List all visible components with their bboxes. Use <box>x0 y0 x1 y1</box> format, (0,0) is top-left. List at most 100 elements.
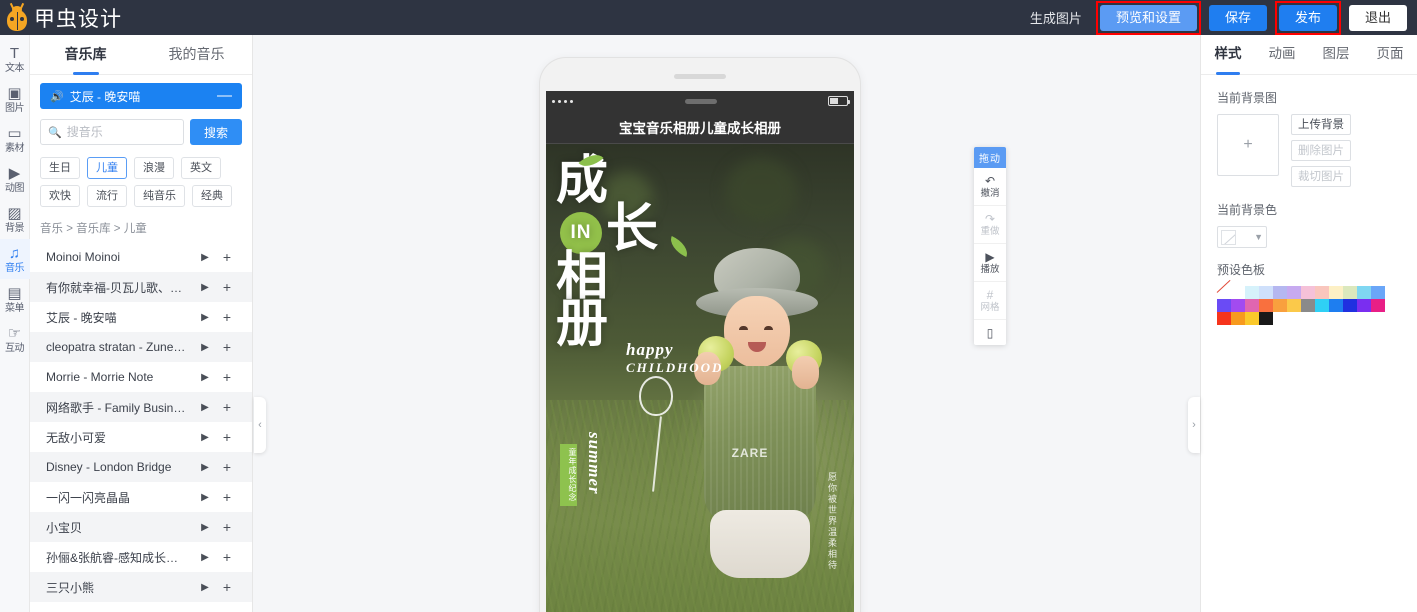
plus-icon[interactable]: + <box>216 369 238 385</box>
tag-children[interactable]: 儿童 <box>87 157 127 179</box>
bg-image-dropzone[interactable]: + <box>1217 114 1279 176</box>
play-icon[interactable]: ▶ <box>194 342 216 353</box>
color-swatch[interactable] <box>1245 286 1259 299</box>
bg-color-select[interactable]: ▼ <box>1217 226 1267 248</box>
plus-icon[interactable]: + <box>216 519 238 535</box>
publish-button[interactable]: 发布 <box>1278 4 1337 31</box>
phone-screen[interactable]: 宝宝音乐相册儿童成长相册 ZARE 成 IN 长 相 册 happy CHILD… <box>546 91 854 612</box>
color-swatch[interactable] <box>1217 286 1231 299</box>
song-row[interactable]: 小宝贝 ▶ + <box>30 512 252 542</box>
rail-item-background[interactable]: ▨ 背景 <box>0 199 30 239</box>
play-icon[interactable]: ▶ <box>194 582 216 593</box>
rail-item-image[interactable]: ▣ 图片 <box>0 79 30 119</box>
play-icon[interactable]: ▶ <box>194 252 216 263</box>
toolbar-drag-handle[interactable]: 拖动 <box>974 147 1006 168</box>
play-icon[interactable]: ▶ <box>194 432 216 443</box>
plus-icon[interactable]: + <box>216 579 238 595</box>
color-swatch[interactable] <box>1371 299 1385 312</box>
color-swatch[interactable] <box>1301 299 1315 312</box>
song-row[interactable]: cleopatra stratan - Zunea... ▶ + <box>30 332 252 362</box>
song-row[interactable]: Moinoi Moinoi ▶ + <box>30 242 252 272</box>
color-swatch[interactable] <box>1315 299 1329 312</box>
tab-page[interactable]: 页面 <box>1363 35 1417 74</box>
play-button[interactable]: ▶ 播放 <box>974 244 1006 282</box>
color-swatch[interactable] <box>1217 312 1231 325</box>
play-icon[interactable]: ▶ <box>194 552 216 563</box>
rail-item-music[interactable]: ♫ 音乐 <box>0 239 30 279</box>
tag-classic[interactable]: 经典 <box>192 185 232 207</box>
undo-button[interactable]: ↶ 撤消 <box>974 168 1006 206</box>
plus-icon[interactable]: + <box>216 339 238 355</box>
song-row[interactable]: 孙俪&张航睿-感知成长的... ▶ + <box>30 542 252 572</box>
collapse-right-panel-handle[interactable]: › <box>1188 397 1200 453</box>
play-icon[interactable]: ▶ <box>194 282 216 293</box>
tag-pop[interactable]: 流行 <box>87 185 127 207</box>
play-icon[interactable]: ▶ <box>194 462 216 473</box>
device-toggle-button[interactable]: ▯ <box>974 320 1006 345</box>
color-swatch[interactable] <box>1357 286 1371 299</box>
song-row[interactable]: 网络歌手 - Family Business ▶ + <box>30 392 252 422</box>
rail-item-material[interactable]: ▭ 素材 <box>0 119 30 159</box>
tag-instrumental[interactable]: 纯音乐 <box>134 185 185 207</box>
upload-background-button[interactable]: 上传背景 <box>1291 114 1351 135</box>
collapse-left-panel-handle[interactable]: ‹ <box>254 397 266 453</box>
song-row[interactable]: 一闪一闪亮晶晶 ▶ + <box>30 482 252 512</box>
tab-style[interactable]: 样式 <box>1201 35 1255 74</box>
poster-canvas[interactable]: ZARE 成 IN 长 相 册 happy CHILDHOOD 童年成长纪念 s… <box>546 144 854 612</box>
song-row[interactable]: Morrie - Morrie Note ▶ + <box>30 362 252 392</box>
color-swatch[interactable] <box>1301 286 1315 299</box>
search-input[interactable] <box>66 125 176 139</box>
grid-button[interactable]: # 网格 <box>974 282 1006 320</box>
save-button[interactable]: 保存 <box>1208 4 1267 31</box>
song-row[interactable]: 艾辰 - 晚安喵 ▶ + <box>30 302 252 332</box>
tag-romantic[interactable]: 浪漫 <box>134 157 174 179</box>
plus-icon[interactable]: + <box>216 459 238 475</box>
color-swatch[interactable] <box>1357 299 1371 312</box>
song-row[interactable]: 有你就幸福-贝瓦儿歌、李... ▶ + <box>30 272 252 302</box>
color-swatch[interactable] <box>1259 312 1273 325</box>
now-playing-bar[interactable]: 🔊 艾辰 - 晚安喵 — <box>40 83 242 109</box>
color-swatch[interactable] <box>1231 286 1245 299</box>
tab-animation[interactable]: 动画 <box>1255 35 1309 74</box>
plus-icon[interactable]: + <box>216 249 238 265</box>
color-swatch[interactable] <box>1231 299 1245 312</box>
exit-button[interactable]: 退出 <box>1348 4 1407 31</box>
color-swatch[interactable] <box>1231 312 1245 325</box>
generate-image-button[interactable]: 生成图片 <box>1016 8 1096 27</box>
plus-icon[interactable]: + <box>216 429 238 445</box>
color-swatch[interactable] <box>1273 299 1287 312</box>
tab-music-library[interactable]: 音乐库 <box>30 35 141 74</box>
song-row[interactable]: 三只小熊 ▶ + <box>30 572 252 602</box>
tab-layer[interactable]: 图层 <box>1309 35 1363 74</box>
remove-music-button[interactable]: — <box>217 88 232 103</box>
color-swatch[interactable] <box>1371 286 1385 299</box>
rail-item-gif[interactable]: ▶ 动图 <box>0 159 30 199</box>
plus-icon[interactable]: + <box>216 489 238 505</box>
plus-icon[interactable]: + <box>216 399 238 415</box>
play-icon[interactable]: ▶ <box>194 372 216 383</box>
tag-cheerful[interactable]: 欢快 <box>40 185 80 207</box>
plus-icon[interactable]: + <box>216 279 238 295</box>
plus-icon[interactable]: + <box>216 309 238 325</box>
app-logo[interactable]: 甲虫设计 <box>0 2 122 33</box>
play-icon[interactable]: ▶ <box>194 312 216 323</box>
preset-palette[interactable] <box>1217 286 1401 325</box>
color-swatch[interactable] <box>1287 299 1301 312</box>
color-swatch[interactable] <box>1329 286 1343 299</box>
color-swatch[interactable] <box>1287 286 1301 299</box>
tab-my-music[interactable]: 我的音乐 <box>141 35 252 74</box>
play-icon[interactable]: ▶ <box>194 492 216 503</box>
tag-birthday[interactable]: 生日 <box>40 157 80 179</box>
play-icon[interactable]: ▶ <box>194 522 216 533</box>
color-swatch[interactable] <box>1259 299 1273 312</box>
play-icon[interactable]: ▶ <box>194 402 216 413</box>
color-swatch[interactable] <box>1245 312 1259 325</box>
color-swatch[interactable] <box>1343 286 1357 299</box>
song-row[interactable]: Disney - London Bridge ▶ + <box>30 452 252 482</box>
preview-settings-button[interactable]: 预览和设置 <box>1099 4 1197 31</box>
color-swatch[interactable] <box>1273 286 1287 299</box>
song-list[interactable]: Moinoi Moinoi ▶ + 有你就幸福-贝瓦儿歌、李... ▶ + 艾辰 - 晚安喵… <box>30 242 252 612</box>
color-swatch[interactable] <box>1245 299 1259 312</box>
plus-icon[interactable]: + <box>216 549 238 565</box>
search-box[interactable]: 🔍 <box>40 119 184 145</box>
